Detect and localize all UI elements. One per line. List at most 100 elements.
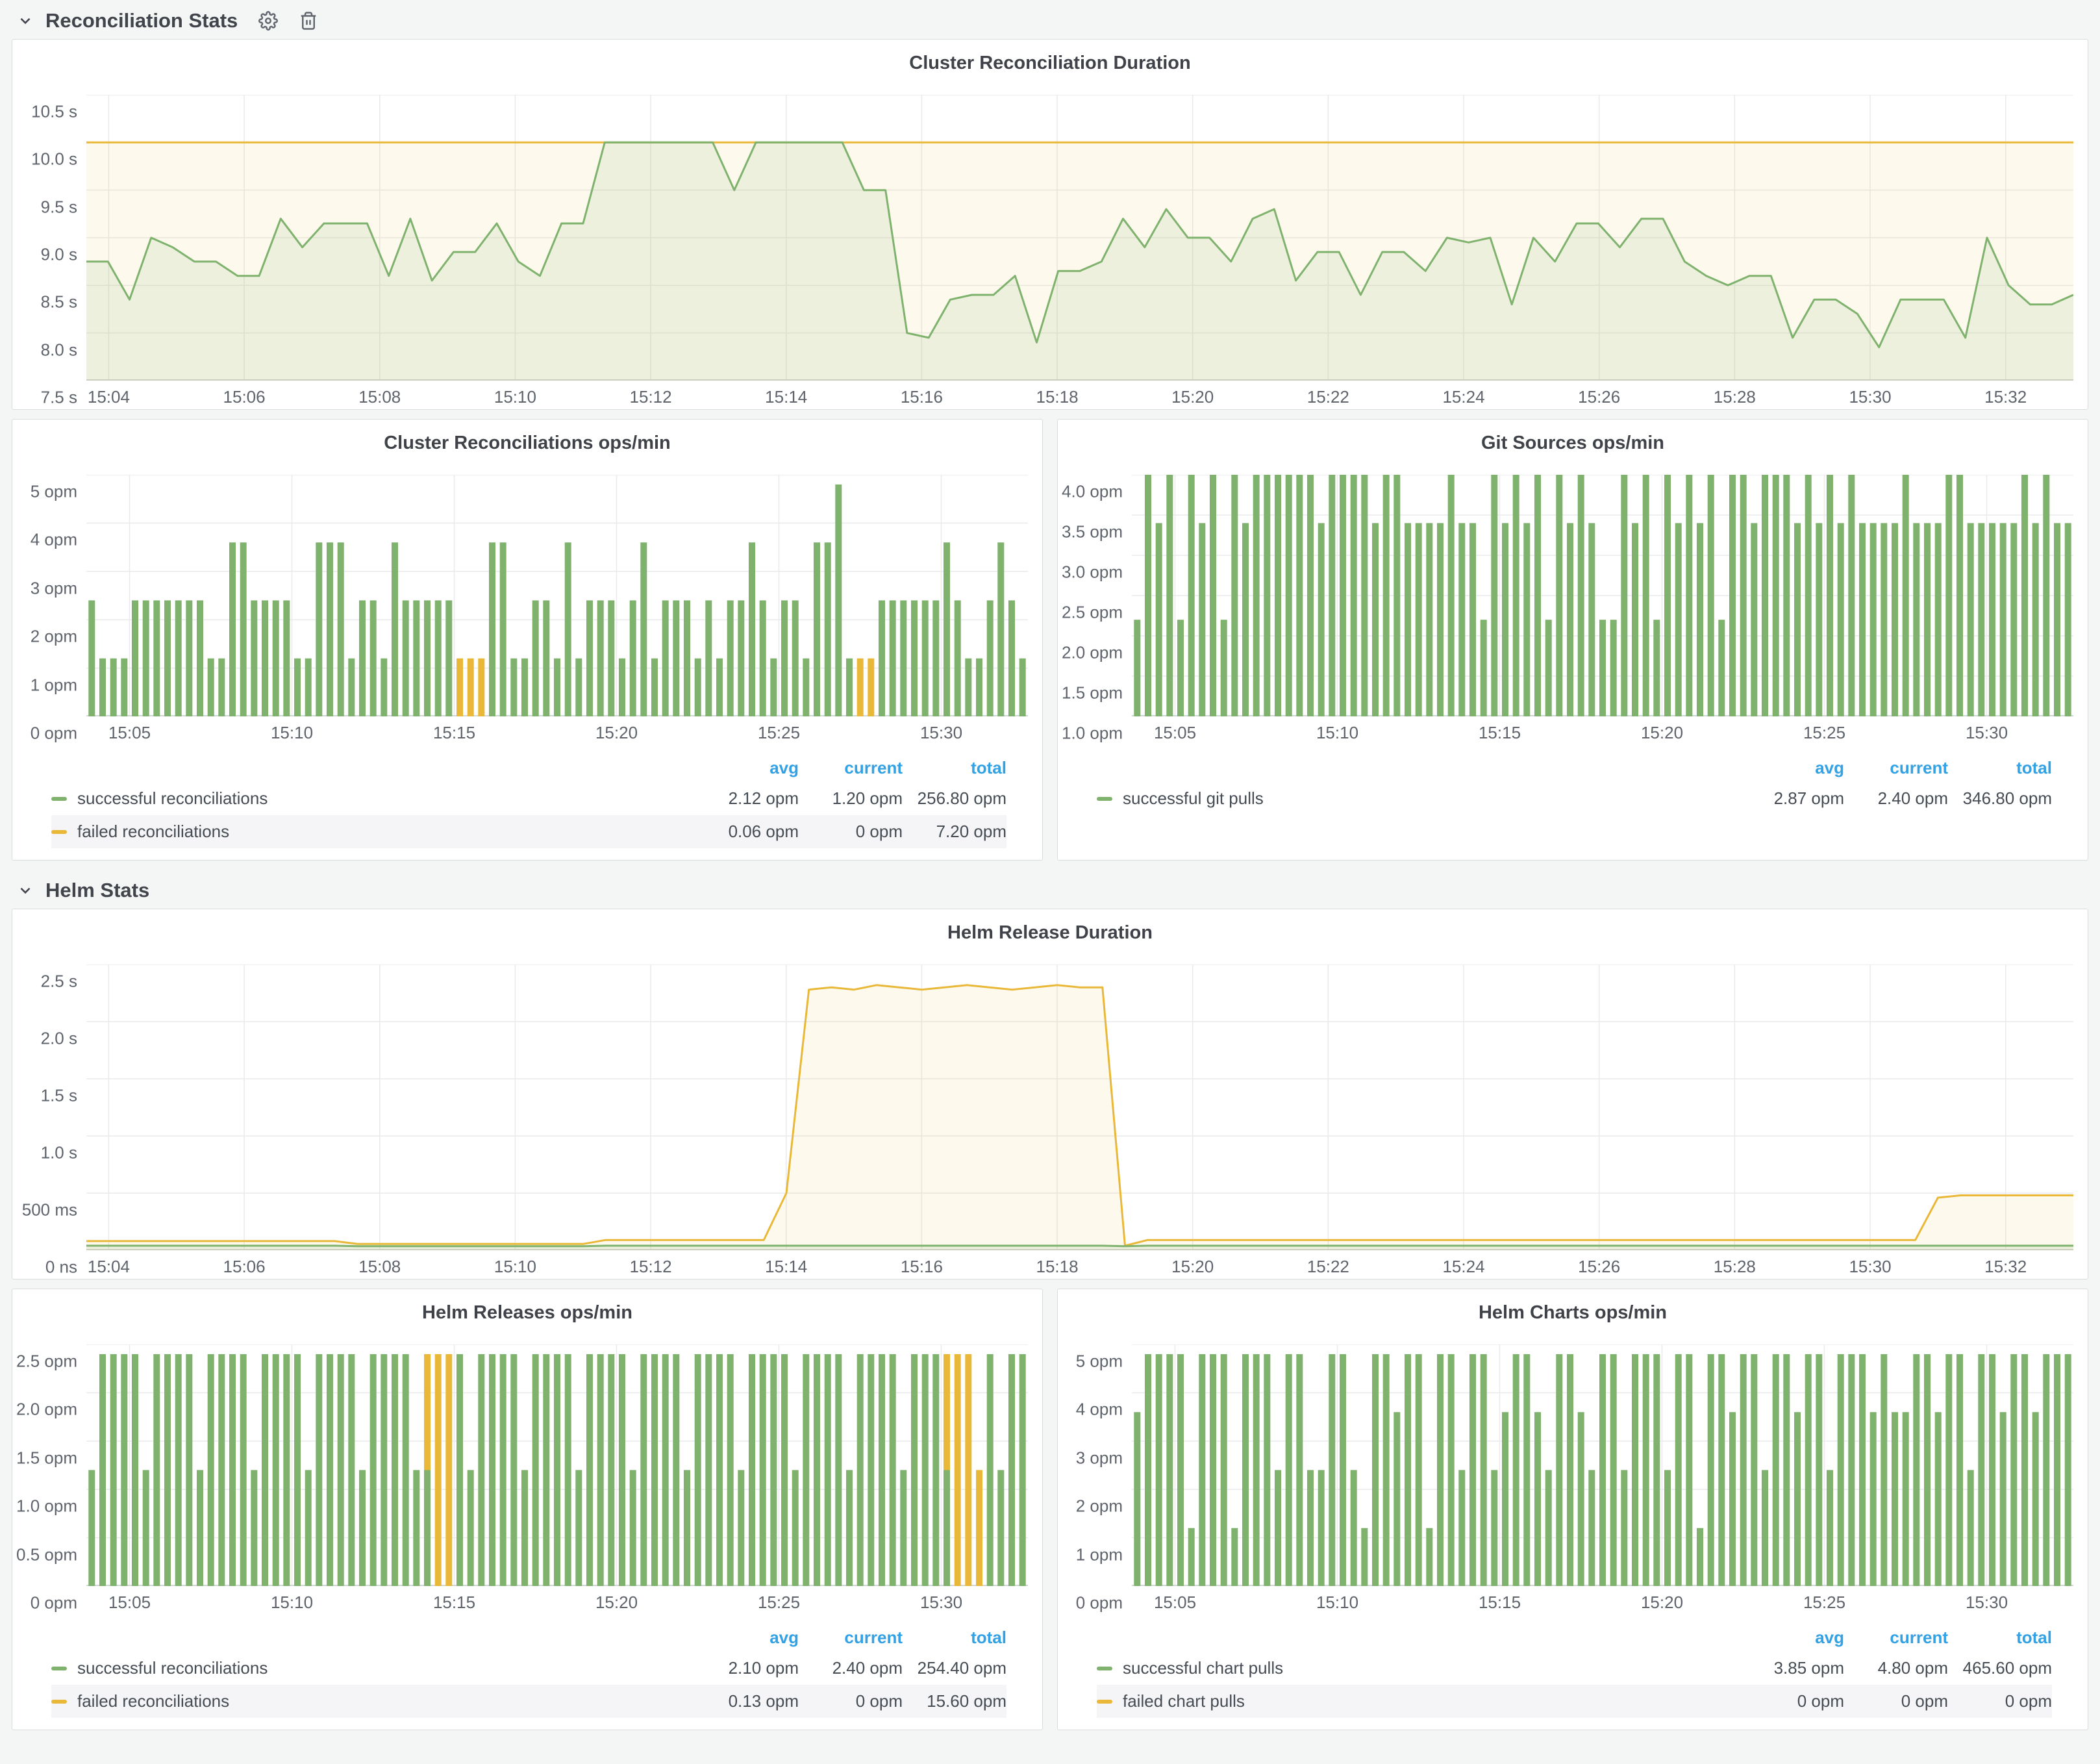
bar[interactable] — [1978, 523, 1984, 716]
bar[interactable] — [781, 1354, 788, 1586]
bar[interactable] — [1513, 475, 1519, 716]
plot-area[interactable] — [1132, 475, 2073, 716]
bar[interactable] — [110, 659, 117, 716]
legend-col-current[interactable]: current — [1844, 1624, 1948, 1652]
bar[interactable] — [1816, 523, 1822, 716]
bar[interactable] — [1740, 475, 1747, 716]
bar[interactable] — [673, 600, 679, 716]
bar[interactable] — [987, 600, 994, 716]
bar[interactable] — [1729, 1412, 1736, 1586]
bar[interactable] — [1469, 1354, 1476, 1586]
bar[interactable] — [1383, 1354, 1390, 1586]
bar[interactable] — [608, 1354, 614, 1586]
bar[interactable] — [630, 600, 636, 716]
legend-col-avg[interactable]: avg — [1740, 1624, 1844, 1652]
bar[interactable] — [1827, 475, 1833, 716]
bar[interactable] — [283, 600, 290, 716]
bar[interactable] — [1610, 620, 1617, 716]
bar[interactable] — [586, 600, 593, 716]
bar[interactable] — [1599, 620, 1606, 716]
bar[interactable] — [1675, 1354, 1682, 1586]
bar[interactable] — [1231, 475, 1238, 716]
bar[interactable] — [121, 659, 127, 716]
bar[interactable] — [1134, 620, 1140, 716]
bar[interactable] — [619, 659, 625, 716]
bar[interactable] — [240, 542, 247, 716]
bar[interactable] — [2043, 475, 2049, 716]
bar[interactable] — [316, 1354, 322, 1586]
bar[interactable] — [240, 1354, 247, 1586]
bar[interactable] — [1978, 1354, 1984, 1586]
bar[interactable] — [575, 659, 582, 716]
bar[interactable] — [1491, 475, 1497, 716]
section-header-helm-stats[interactable]: Helm Stats — [0, 870, 2100, 909]
section-title[interactable]: Helm Stats — [45, 879, 149, 902]
bar[interactable] — [175, 600, 182, 716]
bar[interactable] — [468, 1470, 474, 1586]
bar[interactable] — [208, 1354, 214, 1586]
bar[interactable] — [2021, 475, 2028, 716]
bar[interactable] — [305, 659, 312, 716]
bar[interactable] — [1989, 523, 1995, 716]
bar[interactable] — [760, 600, 766, 716]
bar[interactable] — [1935, 523, 1942, 716]
bar[interactable] — [186, 600, 192, 716]
bar[interactable] — [1394, 475, 1400, 716]
bar[interactable] — [1134, 1412, 1140, 1586]
bar[interactable] — [1523, 523, 1530, 716]
bar[interactable] — [1708, 475, 1714, 716]
bar[interactable] — [1210, 1354, 1216, 1586]
legend-col-avg[interactable]: avg — [695, 1624, 799, 1652]
bar[interactable] — [1491, 1470, 1497, 1586]
legend-series-name[interactable]: successful git pulls — [1097, 788, 1740, 809]
bar[interactable] — [1008, 1354, 1015, 1586]
bar[interactable] — [1177, 620, 1184, 716]
bar[interactable] — [1351, 475, 1357, 716]
bar[interactable] — [489, 542, 495, 716]
bar[interactable] — [1481, 620, 1487, 716]
panel-title[interactable]: Helm Release Duration — [12, 909, 2088, 948]
bar[interactable] — [2000, 1412, 2006, 1586]
bar[interactable] — [543, 600, 549, 716]
bar[interactable] — [208, 659, 214, 716]
bar[interactable] — [1275, 475, 1281, 716]
bar[interactable] — [1242, 523, 1249, 716]
bar[interactable] — [1318, 1470, 1325, 1586]
bar[interactable] — [338, 542, 344, 716]
bar[interactable] — [965, 659, 971, 716]
bar[interactable] — [445, 600, 452, 716]
legend-series-name[interactable]: successful reconciliations — [51, 1658, 695, 1678]
bar[interactable] — [164, 1354, 171, 1586]
bar[interactable] — [868, 659, 874, 716]
bar[interactable] — [110, 1354, 117, 1586]
bar[interactable] — [218, 1354, 225, 1586]
bar[interactable] — [229, 542, 236, 716]
bar[interactable] — [997, 542, 1004, 716]
bar[interactable] — [1794, 523, 1801, 716]
bar[interactable] — [1351, 1470, 1357, 1586]
bar[interactable] — [1827, 1470, 1833, 1586]
bar[interactable] — [922, 1354, 929, 1586]
bar[interactable] — [1610, 1354, 1617, 1586]
bar[interactable] — [521, 1470, 528, 1586]
bar[interactable] — [890, 600, 896, 716]
bar[interactable] — [932, 600, 939, 716]
bar[interactable] — [273, 600, 279, 716]
bar[interactable] — [251, 600, 257, 716]
bar[interactable] — [1859, 1354, 1866, 1586]
bar[interactable] — [348, 1354, 355, 1586]
bar[interactable] — [392, 542, 398, 716]
bar[interactable] — [424, 1470, 431, 1586]
bar[interactable] — [1188, 475, 1195, 716]
bar[interactable] — [976, 1470, 982, 1586]
bar[interactable] — [944, 1354, 950, 1470]
panel-title[interactable]: Cluster Reconciliation Duration — [12, 40, 2088, 78]
bar[interactable] — [1870, 1412, 1877, 1586]
bar[interactable] — [251, 1470, 257, 1586]
bar[interactable] — [2000, 523, 2006, 716]
bar[interactable] — [1697, 1528, 1703, 1586]
bar[interactable] — [835, 485, 842, 716]
bar[interactable] — [1188, 1528, 1195, 1586]
bar[interactable] — [1870, 523, 1877, 716]
bar[interactable] — [1783, 1354, 1790, 1586]
